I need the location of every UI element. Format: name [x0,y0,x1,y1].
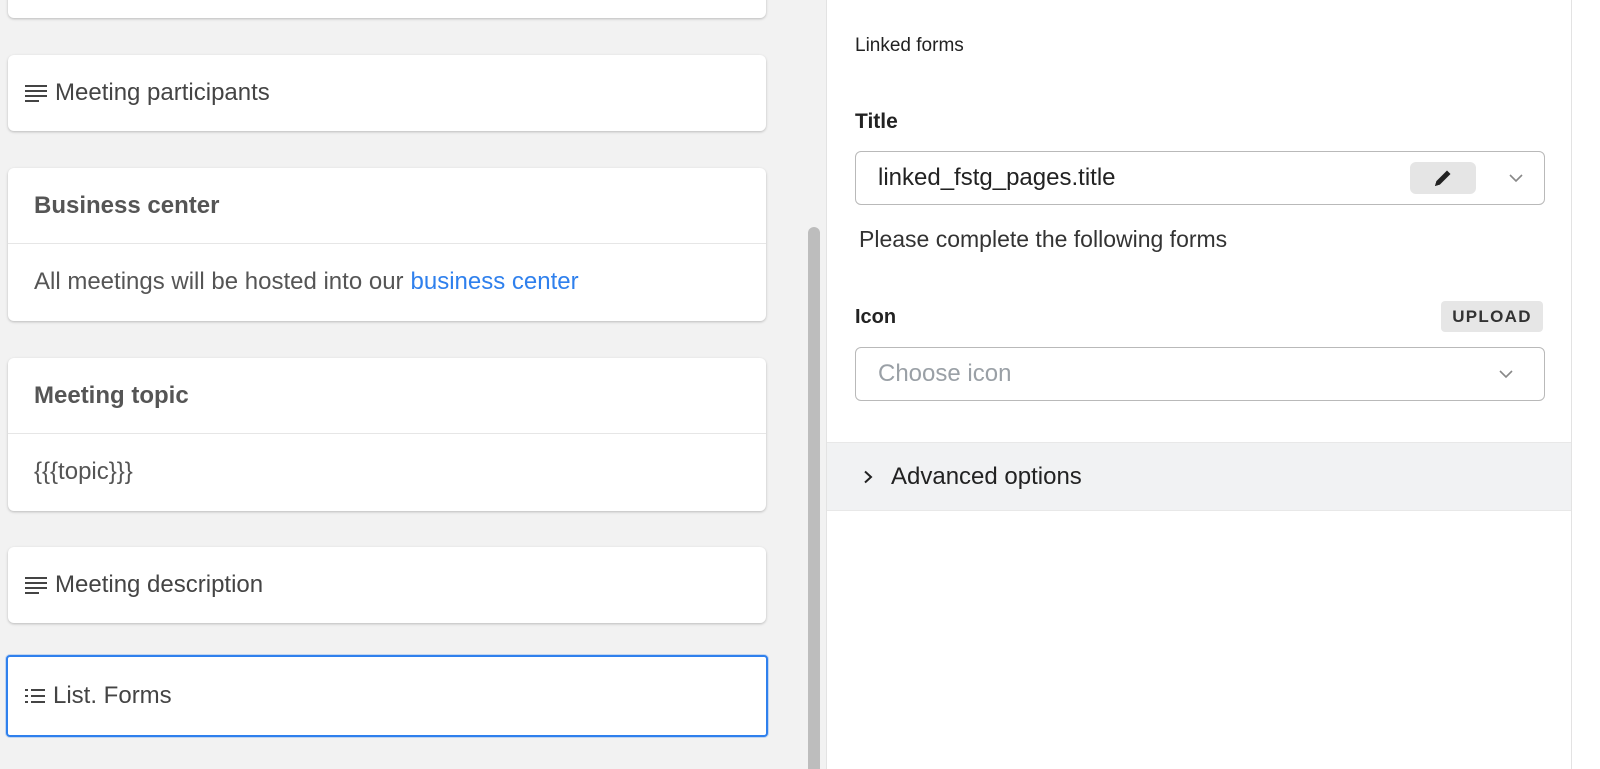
card-label: List. Forms [53,682,172,709]
card-business-center[interactable]: Business center All meetings will be hos… [8,168,766,321]
card-body: {{{topic}}} [34,458,133,485]
body-text: All meetings will be hosted into our [34,268,404,295]
card-label: Meeting participants [55,79,270,106]
card-title: Business center [8,168,766,244]
card-label: Meeting description [55,571,264,598]
edit-expression-button[interactable] [1410,162,1476,194]
pencil-icon [1435,170,1451,186]
title-help-text: Please complete the following forms [859,226,1228,252]
form-canvas: Meeting participants Business center All… [0,0,800,769]
card-list-forms[interactable]: List. Forms [6,655,768,737]
paragraph-icon [25,577,47,594]
title-select[interactable]: linked_fstg_pages.title [855,151,1545,205]
list-icon [25,689,45,703]
icon-select[interactable]: Choose icon [855,347,1545,401]
chevron-right-icon [864,470,873,483]
card-title: Meeting topic [8,358,766,434]
scrollbar-thumb[interactable] [808,227,820,769]
advanced-options-toggle[interactable]: Advanced options [827,442,1571,511]
card-previous[interactable] [8,0,766,18]
properties-panel: Linked forms Title linked_fstg_pages.tit… [826,0,1572,769]
title-value: linked_fstg_pages.title [878,164,1116,191]
paragraph-icon [25,85,47,102]
chevron-down-icon[interactable] [1508,170,1524,186]
business-center-link[interactable]: business center [411,268,579,296]
upload-button[interactable]: UPLOAD [1441,301,1543,332]
title-label: Title [855,110,898,133]
advanced-options-label: Advanced options [891,462,1082,490]
card-meeting-topic[interactable]: Meeting topic {{{topic}}} [8,358,766,511]
icon-label: Icon [855,306,897,328]
card-meeting-participants[interactable]: Meeting participants [8,55,766,131]
icon-placeholder: Choose icon [878,360,1012,387]
chevron-down-icon[interactable] [1498,366,1514,382]
card-body: All meetings will be hosted into our bus… [8,244,766,320]
card-meeting-description[interactable]: Meeting description [8,547,766,623]
section-title: Linked forms [855,35,964,56]
